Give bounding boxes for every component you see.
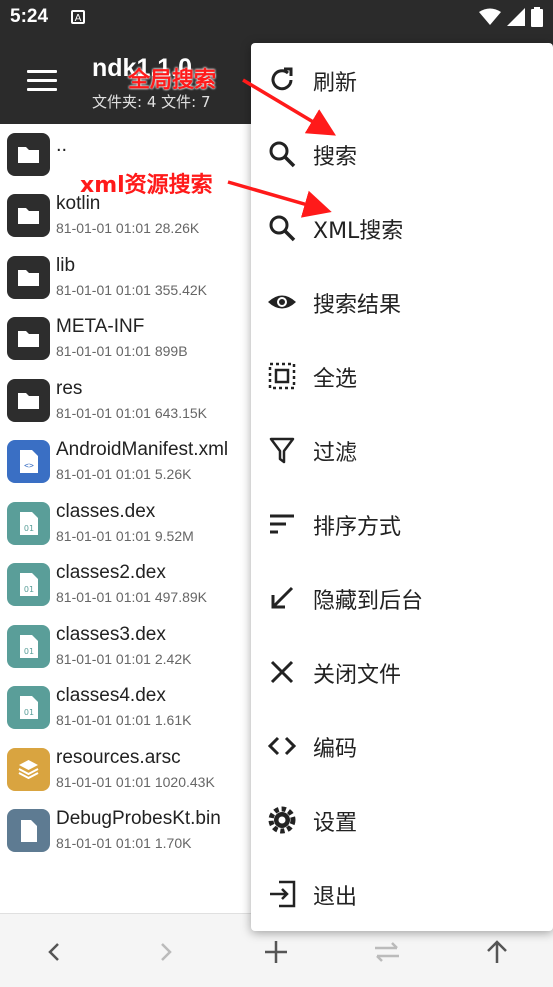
file-meta: 81-01-01 01:01 497.89K (56, 589, 208, 605)
file-name: .. (56, 134, 68, 156)
file-meta: 81-01-01 01:01 355.42K (56, 282, 208, 298)
select-all-icon (268, 362, 296, 390)
close-icon (270, 660, 294, 684)
menu-item-hide-background[interactable]: 隐藏到后台 (251, 561, 553, 635)
folder-icon (7, 194, 50, 237)
file-meta: 81-01-01 01:01 1020.43K (56, 774, 215, 790)
menu-item-label: 全选 (313, 367, 358, 392)
file-name: DebugProbesKt.bin (56, 808, 221, 829)
file-name: classes2.dex (56, 562, 166, 583)
menu-item-exit[interactable]: 退出 (251, 857, 553, 931)
file-name: res (56, 378, 83, 399)
file-meta: 81-01-01 01:01 1.61K (56, 712, 192, 728)
file-name: classes.dex (56, 501, 156, 522)
menu-item-label: 搜索结果 (313, 293, 402, 318)
menu-item-label: 设置 (313, 811, 358, 836)
menu-item-search[interactable]: 搜索 (251, 117, 553, 191)
file-name: classes4.dex (56, 685, 166, 706)
filter-icon (269, 437, 295, 464)
file-meta: 81-01-01 01:01 1.70K (56, 835, 192, 851)
dex-file-icon: 01 (7, 502, 50, 545)
dex-file-icon: 01 (7, 563, 50, 606)
menu-item-sort[interactable]: 排序方式 (251, 487, 553, 561)
arrow-down-left-icon (271, 586, 294, 609)
wifi-icon (479, 8, 501, 25)
dex-file-icon: 01 (7, 686, 50, 729)
search-icon (269, 141, 296, 168)
menu-item-select-all[interactable]: 全选 (251, 339, 553, 413)
file-meta: 81-01-01 01:01 28.26K (56, 220, 200, 236)
signal-icon (507, 8, 525, 26)
layers-icon (7, 748, 50, 791)
file-meta: 81-01-01 01:01 5.26K (56, 466, 192, 482)
file-meta: 81-01-01 01:01 2.42K (56, 651, 192, 667)
folder-icon (7, 133, 50, 176)
menu-item-label: 搜索 (313, 145, 358, 170)
menu-item-close-file[interactable]: 关闭文件 (251, 635, 553, 709)
status-time: 5:24 (10, 6, 49, 27)
file-name: lib (56, 255, 76, 276)
file-name: resources.arsc (56, 747, 181, 768)
code-icon (267, 736, 297, 756)
svg-text:01: 01 (24, 585, 34, 594)
svg-text:<>: <> (24, 461, 34, 470)
menu-item-label: 关闭文件 (313, 663, 402, 688)
back-icon[interactable] (37, 934, 73, 970)
menu-item-xml-search[interactable]: XML搜索 (251, 191, 553, 265)
svg-text:01: 01 (24, 647, 34, 656)
overflow-menu: 刷新 搜索 XML搜索 搜索结果 全选 过滤 排序方式 隐藏到后台 关闭文件 编… (251, 43, 553, 931)
eye-icon (268, 295, 296, 309)
menu-item-filter[interactable]: 过滤 (251, 413, 553, 487)
svg-text:01: 01 (24, 708, 34, 717)
dex-file-icon: 01 (7, 625, 50, 668)
file-meta: 81-01-01 01:01 9.52M (56, 528, 194, 544)
menu-item-refresh[interactable]: 刷新 (251, 43, 553, 117)
notification-icon: A (71, 10, 85, 24)
status-icons (479, 7, 543, 27)
svg-text:01: 01 (24, 524, 34, 533)
folder-icon (7, 379, 50, 422)
menu-item-label: 刷新 (313, 71, 358, 96)
search-icon (269, 215, 296, 242)
file-name: META-INF (56, 316, 145, 337)
menu-item-settings[interactable]: 设置 (251, 783, 553, 857)
menu-item-label: 过滤 (313, 441, 358, 466)
sort-icon (270, 514, 294, 534)
annotation-xml-search: xml资源搜索 (80, 173, 213, 198)
menu-item-label: 隐藏到后台 (313, 589, 424, 614)
forward-icon[interactable] (147, 934, 183, 970)
menu-item-encoding[interactable]: 编码 (251, 709, 553, 783)
exit-icon (270, 880, 296, 908)
file-name: classes3.dex (56, 624, 166, 645)
file-name: AndroidManifest.xml (56, 439, 229, 460)
refresh-icon (271, 67, 293, 91)
file-icon (7, 809, 50, 852)
add-icon[interactable] (258, 934, 294, 970)
gear-icon (268, 806, 296, 834)
folder-icon (7, 317, 50, 360)
menu-item-label: 编码 (313, 737, 358, 762)
menu-item-search-results[interactable]: 搜索结果 (251, 265, 553, 339)
file-meta: 81-01-01 01:01 643.15K (56, 405, 208, 421)
swap-icon[interactable] (369, 934, 405, 970)
xml-file-icon: <> (7, 440, 50, 483)
annotation-global-search: 全局搜索 (128, 68, 217, 93)
file-meta: 81-01-01 01:01 899B (56, 343, 188, 359)
up-icon[interactable] (479, 934, 515, 970)
menu-item-label: 排序方式 (313, 515, 402, 540)
battery-icon (531, 7, 543, 27)
status-bar: 5:24 A (0, 0, 553, 36)
menu-hamburger-icon[interactable] (27, 70, 57, 91)
menu-item-label: 退出 (313, 885, 358, 910)
menu-item-label: XML搜索 (313, 219, 404, 244)
folder-file-count: 文件夹: 4 文件: 7 (92, 93, 211, 111)
folder-icon (7, 256, 50, 299)
